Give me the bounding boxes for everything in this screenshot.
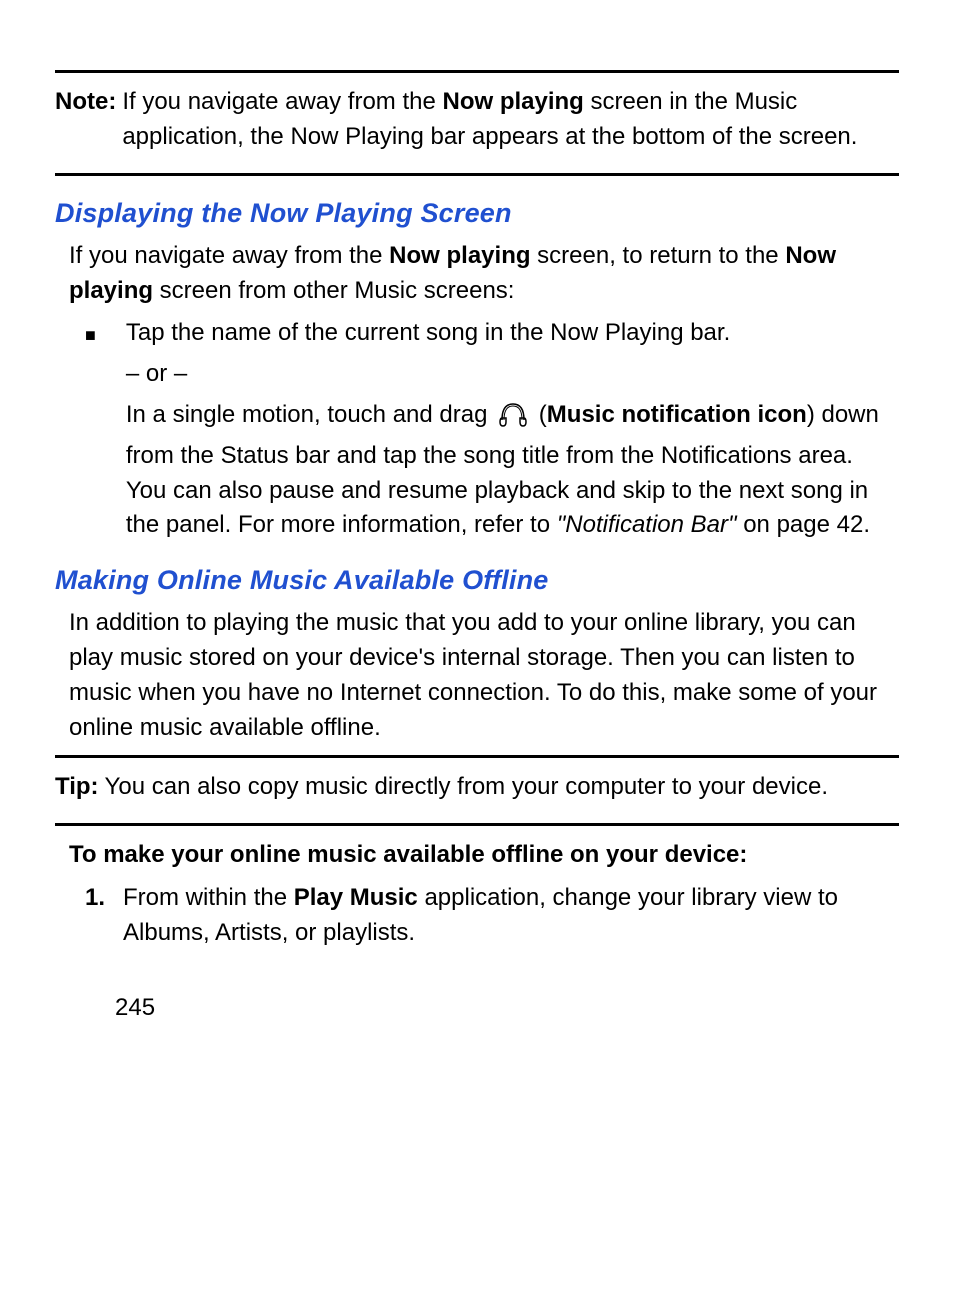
divider: [55, 823, 899, 826]
paragraph: If you navigate away from the Now playin…: [69, 239, 899, 309]
tip-label: Tip:: [55, 770, 99, 805]
bullet-line-2: In a single motion, touch and drag (Musi…: [126, 398, 899, 543]
bullet-line-1: Tap the name of the current song in the …: [126, 316, 899, 351]
note-block: Note: If you navigate away from the Now …: [55, 83, 899, 163]
bullet-marker: ■: [85, 322, 96, 543]
bold-text: Now playing: [443, 88, 584, 115]
bold-text: Music notification icon: [547, 401, 807, 428]
heading-displaying-now-playing: Displaying the Now Playing Screen: [55, 194, 899, 233]
bold-text: Now playing: [389, 242, 530, 269]
subheading: To make your online music available offl…: [69, 838, 899, 873]
numbered-step: 1. From within the Play Music applicatio…: [85, 881, 899, 951]
tip-block: Tip: You can also copy music directly fr…: [55, 768, 899, 813]
step-content: From within the Play Music application, …: [123, 881, 899, 951]
paragraph: In addition to playing the music that yo…: [69, 606, 899, 745]
note-text: If you navigate away from the Now playin…: [122, 85, 899, 155]
text: on page 42.: [737, 511, 870, 538]
headphones-icon: [496, 400, 530, 439]
or-separator: – or –: [126, 357, 899, 392]
divider: [55, 70, 899, 73]
step-number: 1.: [85, 881, 123, 951]
italic-text: "Notification Bar": [557, 511, 737, 538]
bullet-item: ■ Tap the name of the current song in th…: [85, 316, 899, 543]
note-label: Note:: [55, 85, 116, 155]
text: If you navigate away from the: [122, 88, 442, 115]
divider: [55, 173, 899, 176]
text: From within the: [123, 884, 294, 911]
text: In a single motion, touch and drag: [126, 401, 494, 428]
text: (: [532, 401, 547, 428]
text: screen from other Music screens:: [153, 277, 514, 304]
heading-making-online-music-available-offline: Making Online Music Available Offline: [55, 561, 899, 600]
document-page: Note: If you navigate away from the Now …: [0, 0, 954, 1085]
text: screen, to return to the: [531, 242, 786, 269]
text: If you navigate away from the: [69, 242, 389, 269]
divider: [55, 755, 899, 758]
page-number: 245: [115, 991, 899, 1026]
tip-text: You can also copy music directly from yo…: [105, 770, 828, 805]
bold-text: Play Music: [294, 884, 418, 911]
